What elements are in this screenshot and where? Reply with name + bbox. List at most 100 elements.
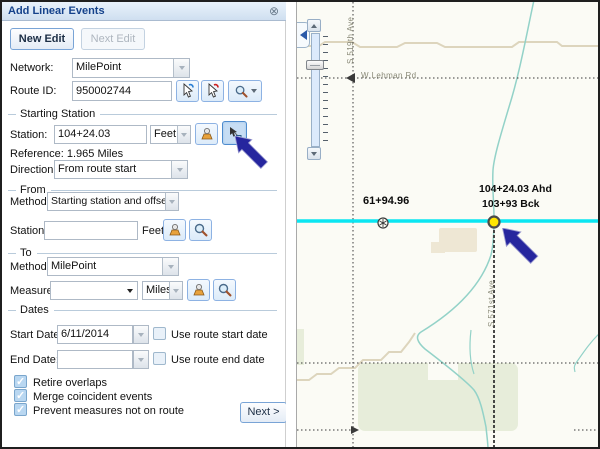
clear-route-selection-button[interactable] [201,80,224,102]
chevron-down-icon [251,89,257,93]
to-measure-tool-button[interactable] [187,279,210,301]
station-unit-trigger [177,126,190,143]
vegetation-sliver [297,329,304,365]
end-date-label: End Date: [10,354,59,366]
retire-overlaps-label: Retire overlaps [33,377,107,389]
annotation-arrow-map [501,228,541,265]
chevron-left-icon [300,30,307,40]
map-view[interactable]: 61+94.96 104+24.03 Ahd 103+93 Bck W Lehm… [296,2,598,447]
use-route-start-date-label: Use route start date [171,329,268,341]
magnifier-icon [193,222,209,238]
cursor-clear-icon [205,83,221,99]
milepost-tool-icon [191,282,207,298]
zoom-slider-track[interactable] [311,33,320,147]
from-station-input[interactable] [44,221,138,240]
prevent-measures-checkbox[interactable] [14,403,27,416]
start-date-label: Start Date: [10,329,63,341]
to-search-button[interactable] [213,279,236,301]
zoom-out-button[interactable] [307,147,321,160]
add-linear-events-panel: Add Linear Events ⊗ New Edit Next Edit N… [2,2,286,447]
dates-legend: Dates [8,304,277,316]
route-id-label: Route ID: [10,85,56,97]
from-search-button[interactable] [189,219,212,241]
chevron-down-icon [181,133,187,137]
retire-overlaps-checkbox[interactable] [14,375,27,388]
use-route-end-date-checkbox[interactable] [153,352,166,365]
selected-station-point[interactable] [489,217,500,228]
panel-title: Add Linear Events [2,2,286,21]
from-method-value: Starting station and offset [48,193,165,210]
road-label-w-lehman: W Lehman Rd [361,71,417,80]
milepost-tool-icon [199,126,215,142]
direction-select[interactable]: From route start [54,160,188,179]
to-measure-value [51,282,137,299]
next-button[interactable]: Next > [240,402,287,423]
network-label: Network: [10,62,53,74]
chevron-down-icon [177,168,183,172]
to-method-label: Method: [10,261,50,273]
to-unit-value: Miles [143,282,169,299]
direction-label: Direction: [10,164,56,176]
station-measure-tool-button[interactable] [195,123,218,145]
use-route-end-date-label: Use route end date [171,354,265,366]
magnifier-icon [234,84,249,99]
to-method-value: MilePoint [48,258,162,275]
end-date-input[interactable] [57,350,133,369]
to-measure-combo[interactable] [50,281,138,300]
station-unit-value: Feet [151,126,177,143]
parcel-area-2 [431,242,445,253]
milepost-tool-icon [167,222,183,238]
to-unit-trigger [169,282,182,299]
zoom-in-button[interactable] [307,19,321,32]
station-reference-label: 61+94.96 [363,195,409,207]
next-edit-button: Next Edit [81,28,145,50]
zoom-slider-ticks [323,36,328,148]
station-unit-select[interactable]: Feet [150,125,191,144]
end-date-trigger[interactable] [133,350,149,369]
road-label-s571st: S 571st Ave [487,280,496,327]
network-select[interactable]: MilePoint [72,58,190,78]
chevron-down-icon[interactable] [127,289,133,293]
chevron-down-icon [311,152,317,156]
to-method-trigger [162,258,178,275]
to-method-select[interactable]: MilePoint [47,257,179,276]
from-method-select[interactable]: Starting station and offset [47,192,179,211]
chevron-down-icon [168,265,174,269]
from-unit-text: Feet [142,225,164,237]
road-label-s519th: S 519th Ave [346,17,355,64]
chevron-down-icon [179,66,185,70]
prevent-measures-label: Prevent measures not on route [33,405,184,417]
chevron-down-icon [173,289,179,293]
reference-text: Reference: 1.965 Miles [10,148,123,160]
route-search-dropdown-button[interactable] [228,80,262,102]
chevron-down-icon [169,200,175,204]
close-icon[interactable]: ⊗ [269,4,279,19]
to-unit-select[interactable]: Miles [142,281,183,300]
station-input[interactable]: 104+24.03 [54,125,147,144]
application-window: Add Linear Events ⊗ New Edit Next Edit N… [0,0,600,449]
zoom-slider-handle[interactable] [306,60,324,70]
network-trigger[interactable] [173,59,189,77]
from-measure-tool-button[interactable] [163,219,186,241]
start-date-input[interactable]: 6/11/2014 [57,325,133,344]
chevron-down-icon [138,333,144,337]
merge-coincident-events-checkbox[interactable] [14,389,27,402]
new-edit-button[interactable]: New Edit [10,28,74,50]
from-method-trigger [165,193,178,210]
select-route-on-map-button[interactable] [176,80,199,102]
starting-station-legend: Starting Station [8,108,277,120]
panel-map-divider [286,2,296,447]
magnifier-icon [217,282,233,298]
merge-coincident-events-label: Merge coincident events [33,391,152,403]
map-canvas [297,2,598,447]
route-id-input[interactable]: 950002744 [72,81,172,101]
start-date-trigger[interactable] [133,325,149,344]
chevron-up-icon [311,24,317,28]
direction-value: From route start [55,161,171,178]
chevron-down-icon [138,358,144,362]
network-value: MilePoint [73,59,173,77]
station-ahead-label: 104+24.03 Ahd [479,183,552,195]
use-route-start-date-checkbox[interactable] [153,327,166,340]
station-reference-marker [378,218,388,228]
station-label: Station: [10,129,47,141]
